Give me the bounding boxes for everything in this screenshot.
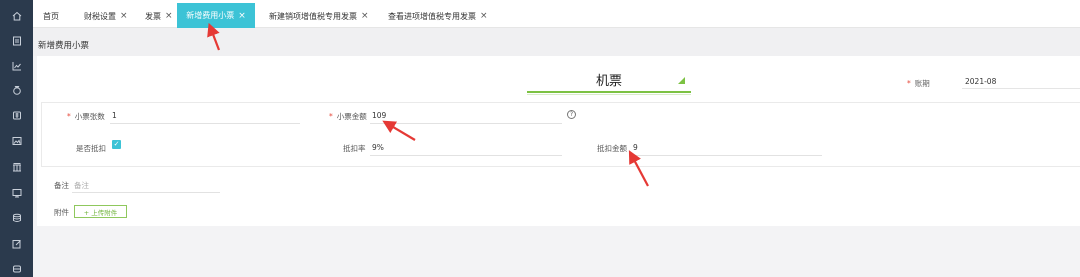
grid-icon[interactable] [0,259,33,277]
monitor-icon[interactable] [0,183,33,203]
required-mark: * [907,79,911,88]
close-icon[interactable]: × [238,11,246,21]
page-header: 新增费用小票 [33,28,1080,56]
receipt-amount-field[interactable]: 109 [372,111,386,120]
receipt-count-label-text: 小票张数 [74,112,105,121]
deduction-amount-field[interactable]: 9 [633,143,638,152]
ticket-type-underline-shadow [527,94,691,95]
period-label-text: 账期 [914,79,930,88]
tab-new-expense-receipt[interactable]: 新增费用小票 × [177,3,255,28]
document-icon[interactable] [0,31,33,51]
period-field[interactable]: 2021-08 [965,77,996,86]
tab-home[interactable]: 首页 [43,4,59,28]
image-icon[interactable] [0,131,33,151]
close-icon[interactable]: × [165,11,173,21]
receipt-count-underline [110,123,300,124]
tab-label: 新建销项增值税专用发票 [269,11,357,21]
edit-icon[interactable] [0,234,33,254]
close-icon[interactable]: × [480,11,488,21]
tab-label: 财税设置 [84,11,116,21]
note-label: 备注 [54,181,69,190]
chart-icon[interactable] [0,56,33,76]
ticket-type-underline [527,91,691,93]
deduction-amount-label: 抵扣金额 [597,144,627,153]
close-icon[interactable]: × [120,11,128,21]
receipt-count-label: * 小票张数 [67,111,105,122]
dropdown-corner-icon[interactable] [678,77,685,84]
deduction-amount-underline [630,155,822,156]
coin-icon[interactable] [0,105,33,125]
home-icon[interactable] [0,6,33,26]
receipt-amount-label: * 小票金额 [329,111,367,122]
deductible-label: 是否抵扣 [76,144,106,153]
tab-label: 发票 [145,11,161,21]
deduction-rate-underline [370,155,562,156]
attachment-label: 附件 [54,208,69,217]
note-field-placeholder[interactable]: 备注 [74,180,89,191]
ticket-type-title[interactable]: 机票 [527,70,691,89]
period-field-underline [962,88,1080,89]
deduction-rate-field[interactable]: 9% [372,143,384,152]
building-icon[interactable] [0,157,33,177]
help-icon[interactable]: ? [567,110,576,119]
period-label: * 账期 [907,78,930,89]
tab-label: 首页 [43,11,59,21]
tab-label: 新增费用小票 [186,11,235,20]
required-mark: * [67,112,71,121]
receipt-count-field[interactable]: 1 [112,111,117,120]
upload-attachment-button[interactable]: + 上传附件 [74,205,127,218]
form-panel: 机票 * 账期 2021-08 [37,56,1080,226]
note-underline [72,192,220,193]
sidebar [0,0,33,277]
receipt-details-box [41,102,1080,167]
deductible-checkbox[interactable]: ✓ [112,140,121,149]
page-title: 新增费用小票 [38,41,90,51]
deduction-rate-label: 抵扣率 [343,144,366,153]
tab-invoice[interactable]: 发票 × [145,4,173,28]
tab-label: 查看进项增值税专用发票 [388,11,476,21]
tab-view-input-vat-invoice[interactable]: 查看进项增值税专用发票 × [388,4,488,28]
receipt-amount-label-text: 小票金额 [336,112,367,121]
tab-new-output-vat-invoice[interactable]: 新建销项增值税专用发票 × [269,4,369,28]
money-bag-icon[interactable] [0,80,33,100]
tab-bar: 首页 财税设置 × 发票 × 新增费用小票 × 新建销项增值税专用发票 × 查看… [33,0,1080,28]
close-icon[interactable]: × [361,11,369,21]
required-mark: * [329,112,333,121]
receipt-amount-underline [370,123,562,124]
database-icon[interactable] [0,208,33,228]
tab-tax-settings[interactable]: 财税设置 × [84,4,128,28]
